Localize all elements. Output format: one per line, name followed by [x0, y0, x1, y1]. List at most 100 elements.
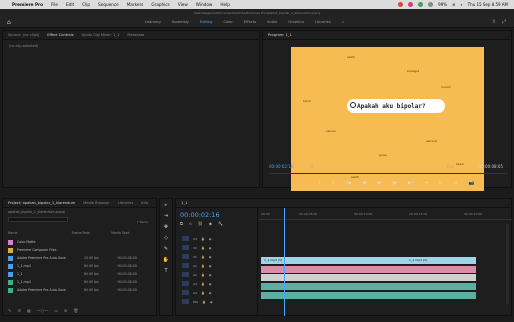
- search-icon[interactable]: ⌕: [460, 2, 462, 7]
- track-header[interactable]: V1 🔒 ◉: [176, 254, 258, 259]
- track-target-toggle[interactable]: [182, 263, 189, 268]
- workspace-learning[interactable]: Learning: [145, 20, 161, 24]
- track-header[interactable]: V2 🔒 ◉: [176, 245, 258, 250]
- workspace-color[interactable]: Color: [223, 20, 232, 24]
- column-name[interactable]: Name: [8, 231, 72, 235]
- program-timecode[interactable]: 00:00:02:16: [269, 164, 293, 169]
- track-target-toggle[interactable]: [182, 290, 189, 295]
- lock-icon[interactable]: 🔒: [201, 273, 205, 277]
- zoom-slider[interactable]: ―○―: [37, 308, 49, 313]
- tab-program[interactable]: Program: 1_1: [268, 33, 292, 37]
- tab-source[interactable]: Source: (no clips): [8, 33, 39, 37]
- recording-icon[interactable]: [398, 2, 404, 7]
- trash-icon[interactable]: 🗑: [73, 308, 78, 313]
- list-view-icon[interactable]: ☰: [17, 308, 21, 313]
- lock-icon[interactable]: 🔒: [201, 255, 205, 259]
- linked-icon[interactable]: ⛓: [198, 221, 203, 226]
- lock-icon[interactable]: 🔒: [202, 300, 206, 304]
- write-lock-icon[interactable]: ✎: [8, 308, 11, 313]
- battery-label[interactable]: 99%: [438, 2, 447, 7]
- clock[interactable]: Thu 15 Sep 8.59 AM: [468, 2, 508, 7]
- tab-libraries[interactable]: Libraries: [118, 201, 134, 205]
- eye-icon[interactable]: ◉: [209, 273, 212, 277]
- time-ruler[interactable]: 00:00 00:00:05:00 00:00:10:00 00:00:15:0…: [259, 208, 512, 220]
- pen-tool[interactable]: ✎: [160, 243, 172, 254]
- menu-clip[interactable]: Clip: [82, 2, 90, 7]
- step-forward-button[interactable]: |▶: [392, 181, 397, 186]
- track-target-toggle[interactable]: [182, 299, 189, 304]
- wrench-icon[interactable]: 🔧: [218, 221, 223, 226]
- compare-button[interactable]: ⊡: [454, 181, 458, 186]
- marker-icon[interactable]: ◆: [209, 221, 212, 226]
- quick-export-icon[interactable]: ⇪: [492, 19, 496, 25]
- workspace-effects[interactable]: Effects: [244, 20, 256, 24]
- video-clip[interactable]: 1_1.mp4 [V]: [406, 257, 476, 264]
- audio-clip[interactable]: [261, 292, 476, 299]
- pink-clip[interactable]: [261, 266, 476, 273]
- menu-app-name[interactable]: Premiere Pro: [12, 2, 43, 7]
- export-frame-button[interactable]: 📷: [469, 181, 475, 186]
- project-item[interactable]: Adobe Premiere Pro Auto-Save 60.00 fps 00:…: [3, 286, 156, 294]
- timeline-timecode[interactable]: 00:00:02:16: [180, 211, 220, 219]
- tab-project[interactable]: Project: apakah_bipolar_1_klarendum: [8, 201, 75, 205]
- new-item-icon[interactable]: ⊞: [64, 308, 67, 313]
- menu-graphics[interactable]: Graphics: [151, 2, 170, 7]
- nest-icon[interactable]: ⧉: [180, 221, 183, 226]
- sync-icon[interactable]: [418, 2, 424, 7]
- project-item[interactable]: 1_1.mp4 60.00 fps 00:00:00:00: [3, 278, 156, 286]
- fullscreen-icon[interactable]: ⤢: [502, 19, 506, 25]
- audio-clip[interactable]: [261, 283, 476, 290]
- video-clip[interactable]: 1_1.mp4 [V]: [261, 257, 406, 264]
- track-target-toggle[interactable]: [182, 245, 189, 250]
- track-header[interactable]: V3 🔒 ◉: [176, 236, 258, 241]
- play-button[interactable]: ▶: [378, 181, 381, 186]
- track-header[interactable]: A2 🔒 ◉: [176, 272, 258, 277]
- workspace-more[interactable]: »: [342, 20, 344, 24]
- tab-media-browser[interactable]: Media Browser: [83, 201, 110, 205]
- workspace-assembly[interactable]: Assembly: [172, 20, 189, 24]
- workspace-libraries[interactable]: Libraries: [315, 20, 331, 24]
- eye-icon[interactable]: ◉: [209, 282, 212, 286]
- type-tool[interactable]: T: [160, 265, 172, 276]
- go-to-in-button[interactable]: |◀: [346, 181, 351, 186]
- track-header[interactable]: A4 🔒 ◉: [176, 290, 258, 295]
- tab-metadata[interactable]: Metadata: [127, 33, 144, 37]
- mark-in-button[interactable]: {: [318, 181, 321, 186]
- workspace-graphics[interactable]: Graphics: [288, 20, 304, 24]
- eye-icon[interactable]: ◉: [209, 264, 212, 268]
- tab-effect-controls[interactable]: Effect Controls: [47, 33, 73, 37]
- column-frame-rate[interactable]: Frame Rate: [72, 231, 112, 235]
- menu-help[interactable]: Help: [220, 2, 230, 7]
- hand-tool[interactable]: ✋: [160, 254, 172, 265]
- track-target-toggle[interactable]: [182, 236, 189, 241]
- tab-sequence[interactable]: 1_1: [181, 201, 187, 205]
- lock-icon[interactable]: 🔒: [201, 282, 205, 286]
- timeline-scrollbar[interactable]: [506, 224, 509, 304]
- workspace-audio[interactable]: Audio: [267, 20, 277, 24]
- workspace-editing[interactable]: Editing: [200, 20, 213, 24]
- eye-icon[interactable]: ◉: [209, 246, 212, 250]
- project-search-input[interactable]: [8, 217, 68, 222]
- playhead[interactable]: [284, 208, 285, 316]
- zoom-select[interactable]: Fit: [309, 164, 314, 169]
- track-header[interactable]: A3 🔒 ◉: [176, 281, 258, 286]
- column-media-start[interactable]: Media Start: [111, 231, 151, 235]
- menu-file[interactable]: File: [51, 2, 58, 7]
- menu-edit[interactable]: Edit: [66, 2, 74, 7]
- project-item[interactable]: Premiere Composer Files: [3, 246, 156, 254]
- project-item[interactable]: Adobe Premiere Pro Auto-Save 25.00 fps 00:…: [3, 254, 156, 262]
- eye-icon[interactable]: ◉: [209, 255, 212, 259]
- track-target-toggle[interactable]: [182, 254, 189, 259]
- track-target-toggle[interactable]: [182, 281, 189, 286]
- menu-markers[interactable]: Markers: [127, 2, 144, 7]
- lock-icon[interactable]: 🔒: [201, 264, 205, 268]
- control-icon[interactable]: [428, 2, 434, 7]
- home-icon[interactable]: ⌂: [7, 19, 11, 26]
- step-back-button[interactable]: ◀|: [362, 181, 367, 186]
- go-to-out-button[interactable]: ▶|: [408, 181, 413, 186]
- program-scrubber[interactable]: [269, 173, 507, 178]
- new-bin-icon[interactable]: ▭: [54, 308, 58, 313]
- track-header[interactable]: A1 🔒 ◉: [176, 263, 258, 268]
- snap-icon[interactable]: ∩: [189, 221, 192, 226]
- ripple-edit-tool[interactable]: ✥: [160, 221, 172, 232]
